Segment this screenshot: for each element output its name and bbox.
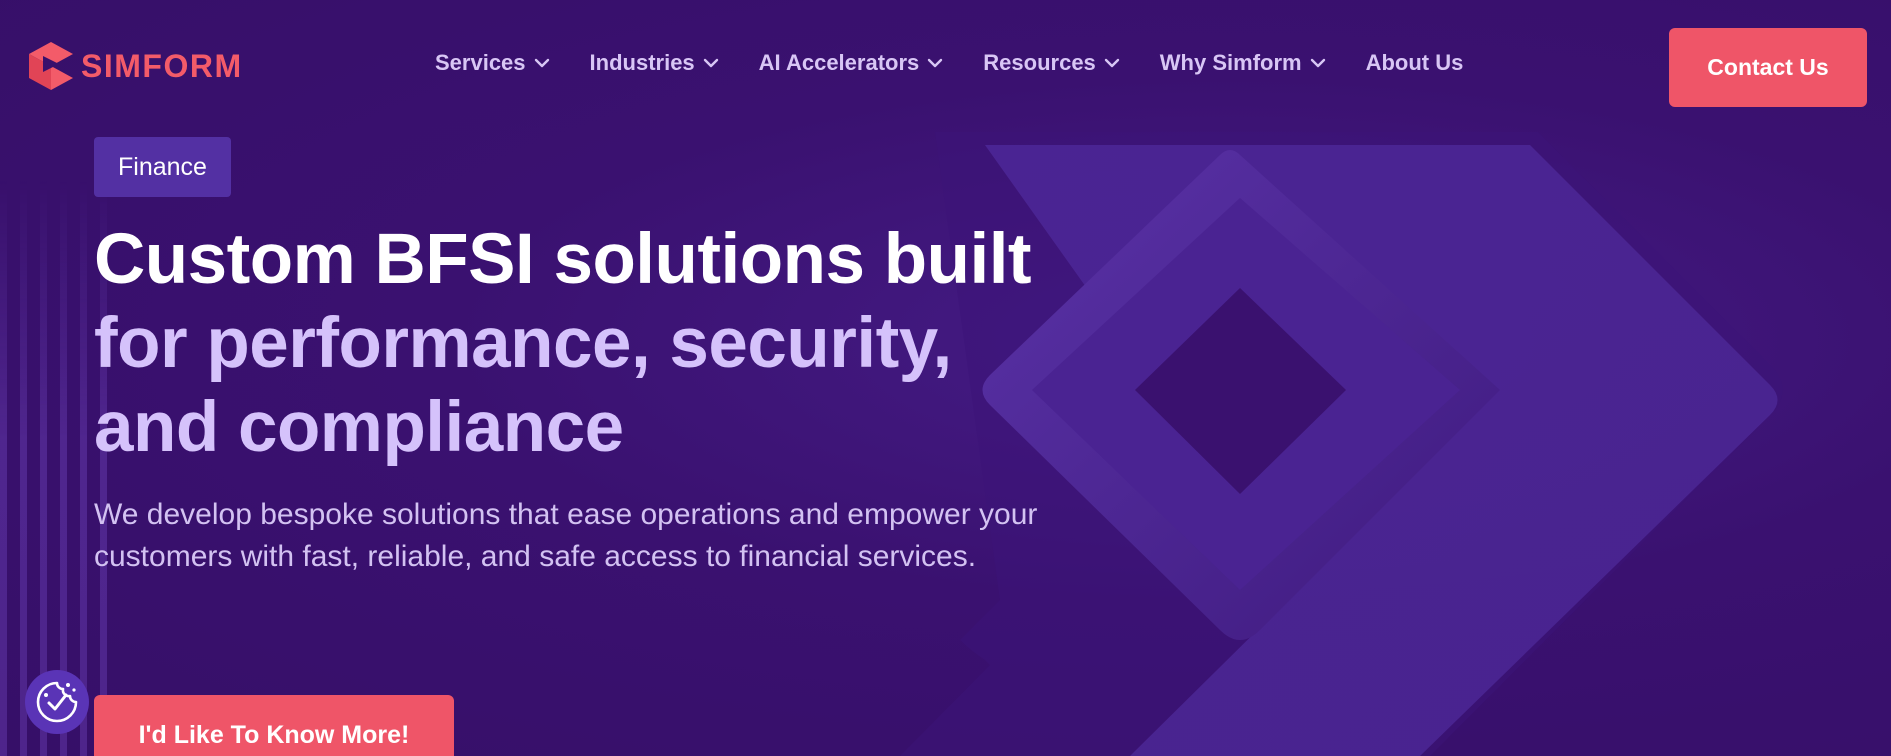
hero-headline: Custom BFSI solutions built for performa… [94,218,1094,470]
nav-item-ai-accelerators[interactable]: AI Accelerators [759,50,944,76]
contact-us-button[interactable]: Contact Us [1669,28,1867,107]
nav-item-why-simform[interactable]: Why Simform [1160,50,1326,76]
chevron-down-icon [927,58,943,68]
hero-description: We develop bespoke solutions that ease o… [94,498,1038,573]
cookie-consent-button[interactable] [25,670,89,734]
top-navbar: SIMFORM Services Industries AI Accelerat… [0,0,1891,132]
headline-line-3: and compliance [94,388,624,467]
simform-logo-icon [29,42,73,90]
nav-item-resources[interactable]: Resources [983,50,1120,76]
know-more-button[interactable]: I'd Like To Know More! [94,695,454,756]
category-tag: Finance [94,137,231,197]
brand-logo[interactable]: SIMFORM [29,42,243,90]
main-navigation: Services Industries AI Accelerators Reso… [435,50,1503,76]
nav-item-label: AI Accelerators [758,50,920,75]
nav-item-label: Why Simform [1159,50,1302,75]
nav-item-services[interactable]: Services [435,50,550,76]
chevron-down-icon [1310,58,1326,68]
nav-item-industries[interactable]: Industries [590,50,719,76]
chevron-down-icon [1104,58,1120,68]
nav-item-label: About Us [1365,50,1464,75]
nav-item-label: Industries [589,50,695,75]
brand-name: SIMFORM [81,47,243,84]
nav-item-label: Resources [983,50,1096,75]
nav-item-about-us[interactable]: About Us [1366,50,1464,76]
headline-line-1: Custom BFSI solutions built [94,220,1032,299]
cookie-consent-icon [36,681,78,723]
chevron-down-icon [534,58,550,68]
headline-line-2: for performance, security, [94,304,952,383]
chevron-down-icon [703,58,719,68]
nav-item-label: Services [435,50,526,75]
